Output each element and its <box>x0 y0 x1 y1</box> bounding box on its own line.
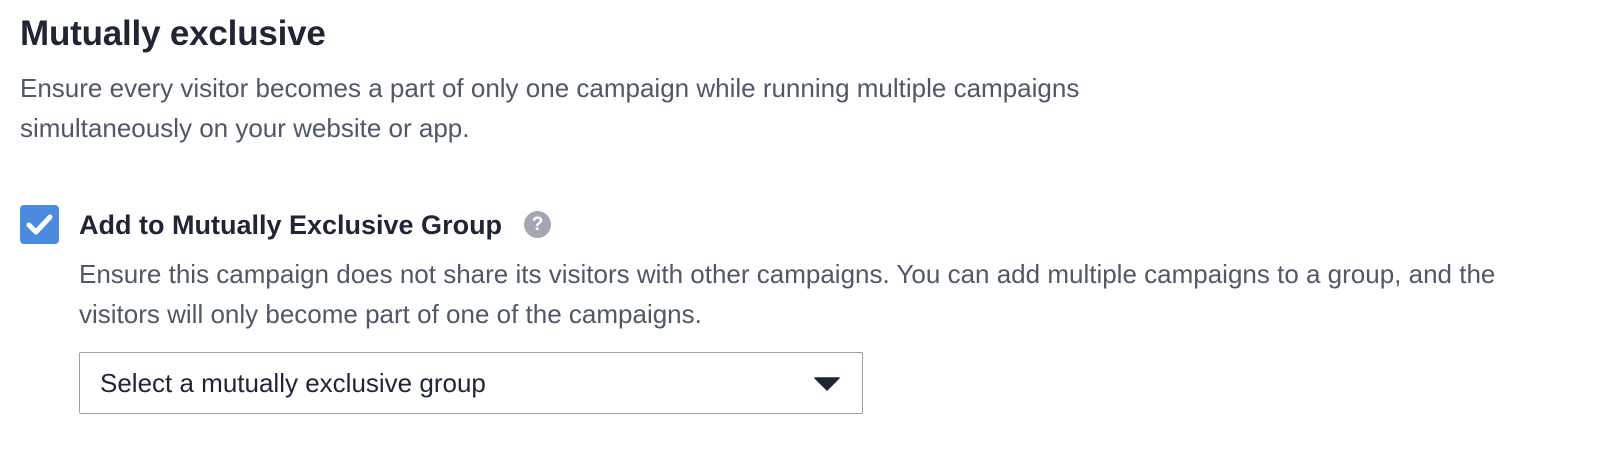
select-value: Select a mutually exclusive group <box>100 368 486 398</box>
mutually-exclusive-checkbox[interactable] <box>20 205 59 244</box>
section-description: Ensure every visitor becomes a part of o… <box>20 73 1080 143</box>
question-circle-icon[interactable]: ? <box>524 211 551 238</box>
section-title: Mutually exclusive <box>20 14 326 53</box>
mutually-exclusive-label[interactable]: Add to Mutually Exclusive Group <box>79 206 502 244</box>
checkmark-icon <box>26 214 53 235</box>
option-description: Ensure this campaign does not share its … <box>79 259 1496 329</box>
caret-down-icon <box>814 377 840 391</box>
mutually-exclusive-group-select[interactable]: Select a mutually exclusive group <box>79 352 863 414</box>
